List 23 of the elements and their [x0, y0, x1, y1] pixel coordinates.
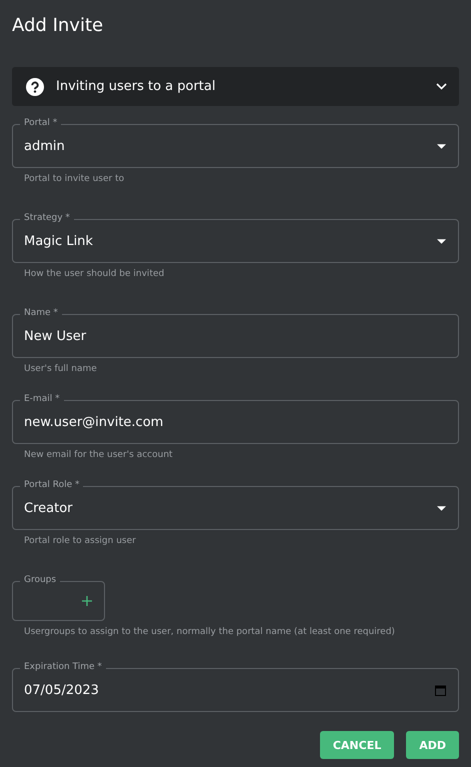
helper-text: Portal to invite user to: [24, 174, 126, 184]
info-accordion[interactable]: Inviting users to a portal: [12, 67, 459, 106]
accordion-title: Inviting users to a portal: [56, 79, 216, 94]
calendar-icon: [435, 684, 446, 696]
select-field[interactable]: admin: [12, 124, 459, 168]
input-field[interactable]: new.user@invite.com: [12, 400, 459, 444]
input-field[interactable]: New User: [12, 314, 459, 358]
dialog-title: Add Invite: [12, 14, 104, 38]
dropdown-caret-icon: [437, 144, 446, 148]
helper-text: New email for the user's account: [24, 450, 174, 460]
dropdown-caret-icon: [437, 506, 446, 510]
dropdown-caret-icon: [437, 238, 446, 244]
help-icon: [26, 78, 44, 96]
plus-icon[interactable]: [82, 596, 92, 606]
select-field[interactable]: Creator: [12, 486, 459, 530]
helper-text: Portal role to assign user: [24, 536, 137, 546]
chevron-icon: [436, 83, 447, 90]
helper-text: User's full name: [24, 364, 98, 374]
helper-text: How the user should be invited: [24, 269, 166, 279]
field-label: Strategy *: [20, 213, 74, 224]
field-label: Expiration Time *: [20, 662, 106, 673]
helper-text: Usergroups to assign to the user, normally the portal name (at least one required): [24, 627, 396, 637]
field-label: Groups: [20, 575, 60, 586]
